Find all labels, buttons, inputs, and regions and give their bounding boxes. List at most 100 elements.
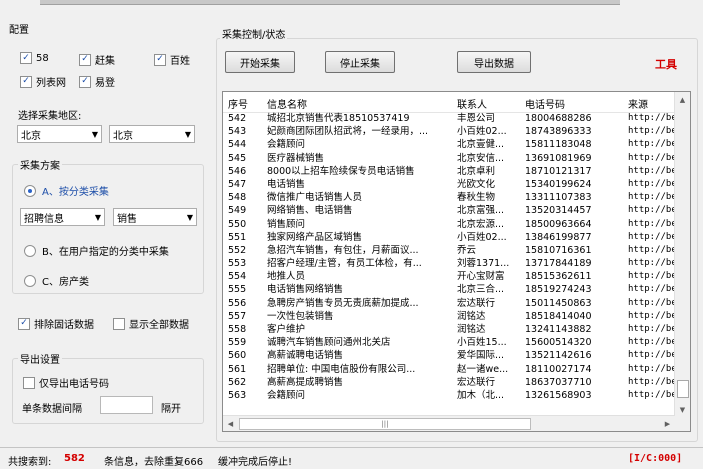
row-index: 560: [228, 350, 247, 362]
dedupe-text: 条信息，去除重复666: [104, 457, 204, 468]
row-contact: 宏达联行: [457, 376, 496, 388]
table-row[interactable]: 560 高薪诚聘电话销售 爱华国际... 13521142616 http://be: [223, 349, 676, 362]
option-c-radio[interactable]: C、房产类: [24, 273, 89, 288]
row-phone: 13846199877: [525, 231, 592, 243]
table-row[interactable]: 548 微信推广电话销售人员 春秋生物 13311107383 http://be: [223, 191, 676, 204]
table-row[interactable]: 544 会籍顾问 北京壹健... 15811183048 http://be: [223, 138, 676, 151]
category-sub-select[interactable]: 销售 ▼: [113, 208, 197, 226]
table-row[interactable]: 562 高薪高提成聘销售 宏达联行 18637037710 http://be: [223, 376, 676, 389]
table-row[interactable]: 563 会籍顾问 加木（北... 13261568903 http://be: [223, 389, 676, 402]
row-contact: 北京富强...: [457, 205, 505, 217]
table-row[interactable]: 550 销售顾问 北京宏源... 18500963664 http://be: [223, 218, 676, 231]
scroll-right-icon[interactable]: ▶: [660, 416, 675, 431]
row-contact: 赵一诸we...: [457, 363, 509, 375]
check-icon: ✓: [154, 53, 166, 66]
source-baixing-checkbox[interactable]: ✓ 百姓: [154, 52, 190, 67]
row-title: 急聘房产销售专员无责底薪加提成...: [267, 297, 419, 309]
row-title: 销售顾问: [267, 218, 306, 230]
row-contact: 小百姓15...: [457, 337, 507, 349]
source-yideng-checkbox[interactable]: ✓ 易登: [79, 74, 115, 89]
row-phone: 18500963664: [525, 218, 592, 230]
table-row[interactable]: 543 妃颜商团际团队招武将，一经录用，... 小百姓02... 1874389633…: [223, 125, 676, 138]
row-contact: 润铭达: [457, 324, 486, 335]
row-phone: 18637037710: [525, 376, 592, 388]
col-phone[interactable]: 电话号码: [525, 96, 565, 111]
scroll-corner: [675, 416, 690, 431]
row-title: 一次性包装销售: [267, 310, 334, 322]
status-code: [I/C:000]: [628, 453, 683, 464]
category-main-select[interactable]: 招聘信息 ▼: [20, 208, 105, 226]
row-contact: 小百姓02...: [457, 231, 507, 243]
row-contact: 开心宝财富: [457, 271, 505, 283]
table-row[interactable]: 547 电话销售 光欧文化 15340199624 http://be: [223, 178, 676, 191]
row-title: 会籍顾问: [267, 139, 306, 151]
row-index: 557: [228, 310, 247, 322]
row-source: http://be: [628, 376, 676, 387]
radio-icon: [24, 244, 36, 257]
results-grid[interactable]: 序号 信息名称 联系人 电话号码 来源 542 城招北京销售代表185105374…: [222, 91, 691, 432]
option-a-radio[interactable]: A、按分类采集: [24, 183, 109, 198]
row-contact: 爱华国际...: [457, 350, 505, 362]
row-contact: 小百姓02...: [457, 126, 507, 138]
col-title[interactable]: 信息名称: [267, 96, 307, 111]
table-row[interactable]: 553 招客户经理/主管，有员工体检，有... 刘蓉1371... 137178441…: [223, 257, 676, 270]
export-data-button[interactable]: 导出数据: [457, 51, 531, 73]
row-index: 554: [228, 271, 247, 283]
start-collect-button[interactable]: 开始采集: [225, 51, 295, 73]
vertical-scroll-thumb[interactable]: [677, 380, 689, 398]
table-row[interactable]: 551 独家网络产品区域销售 小百姓02... 13846199877 http://b…: [223, 231, 676, 244]
table-row[interactable]: 556 急聘房产销售专员无责底薪加提成... 宏达联行 15011450863 http…: [223, 297, 676, 310]
col-source[interactable]: 来源: [628, 96, 648, 111]
col-index[interactable]: 序号: [228, 96, 248, 111]
table-row[interactable]: 554 地推人员 开心宝财富 18515362611 http://be: [223, 270, 676, 283]
scroll-down-icon[interactable]: ▼: [675, 402, 690, 417]
table-row[interactable]: 549 网络销售、电话销售 北京富强... 13520314457 http://be: [223, 204, 676, 217]
table-row[interactable]: 552 急招汽车销售，有包住，月薪面议... 乔云 15810716361 http:/…: [223, 244, 676, 257]
horizontal-scroll-thumb[interactable]: |||: [239, 418, 531, 430]
vertical-scrollbar[interactable]: ▲ ▼: [674, 92, 690, 417]
row-contact: 北京壹健...: [457, 139, 505, 151]
horizontal-scrollbar[interactable]: ◀ ||| ▶: [223, 415, 675, 431]
row-source: http://be: [628, 126, 676, 137]
row-title: 客户维护: [267, 324, 306, 335]
row-phone: 18743896333: [525, 126, 592, 138]
region-city-select[interactable]: 北京 ▼: [109, 125, 195, 143]
table-row[interactable]: 545 医疗器械销售 北京安信... 13691081969 http://be: [223, 152, 676, 165]
table-row[interactable]: 555 电话销售网络销售 北京三合... 18519274243 http://be: [223, 283, 676, 296]
col-contact[interactable]: 联系人: [457, 96, 487, 111]
table-row[interactable]: 559 诚聘汽车销售顾问通州北关店 小百姓15... 15600514320 http:…: [223, 336, 676, 349]
option-b-radio[interactable]: B、在用户指定的分类中采集: [24, 243, 169, 258]
row-contact: 北京安信...: [457, 152, 505, 164]
row-phone: 18519274243: [525, 284, 592, 296]
row-source: http://be: [628, 165, 676, 176]
interval-input[interactable]: [100, 396, 153, 414]
row-title: 高薪高提成聘销售: [267, 376, 344, 388]
row-index: 546: [228, 165, 247, 177]
row-source: http://be: [628, 284, 676, 295]
stop-collect-button[interactable]: 停止采集: [325, 51, 395, 73]
radio-icon: [24, 274, 36, 287]
row-title: 招客户经理/主管，有员工体检，有...: [267, 258, 422, 270]
source-58-checkbox[interactable]: ✓ 58: [20, 52, 49, 64]
tools-link[interactable]: 工具: [655, 56, 677, 72]
show-all-checkbox[interactable]: 显示全部数据: [113, 316, 189, 331]
row-phone: 18518414040: [525, 310, 592, 322]
table-row[interactable]: 558 客户维护 润铭达 13241143882 http://be: [223, 323, 676, 336]
row-contact: 加木（北...: [457, 389, 505, 401]
table-row[interactable]: 561 招聘单位: 中国电信股份有限公司... 赵一诸we... 1811002717…: [223, 363, 676, 376]
row-title: 微信推广电话销售人员: [267, 192, 363, 204]
checkbox-empty-icon: [23, 376, 35, 389]
region-province-select[interactable]: 北京 ▼: [17, 125, 102, 143]
row-phone: 18110027174: [525, 363, 592, 375]
grip-icon: |||: [381, 420, 389, 428]
table-row[interactable]: 546 8000以上招车险续保专员电话销售 北京卓利 18710121317 http:…: [223, 165, 676, 178]
phone-only-checkbox[interactable]: 仅导出电话号码: [23, 375, 109, 390]
row-phone: 13521142616: [525, 350, 592, 362]
scroll-up-icon[interactable]: ▲: [675, 92, 690, 107]
source-liebiao-checkbox[interactable]: ✓ 列表网: [20, 74, 66, 89]
source-ganji-checkbox[interactable]: ✓ 赶集: [79, 52, 115, 67]
scroll-left-icon[interactable]: ◀: [223, 416, 238, 431]
table-row[interactable]: 557 一次性包装销售 润铭达 18518414040 http://be: [223, 310, 676, 323]
exclude-landline-checkbox[interactable]: ✓ 排除固话数据: [18, 316, 94, 331]
table-row[interactable]: 542 城招北京销售代表18510537419 丰恩公司 18004688286 htt…: [223, 112, 676, 125]
